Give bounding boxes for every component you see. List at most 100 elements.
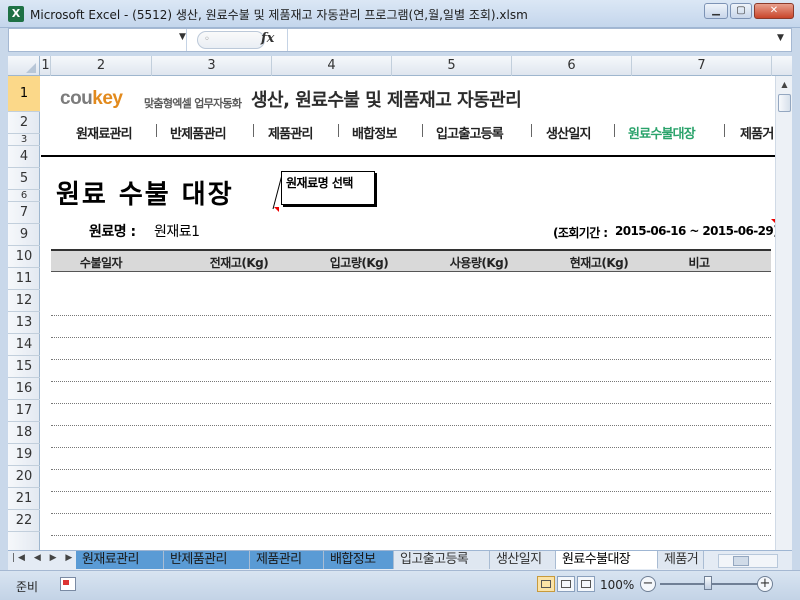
row-header-cell[interactable]: 3 bbox=[8, 134, 40, 146]
period-label: (조회기간 : bbox=[553, 226, 608, 240]
row-header-cell[interactable]: 12 bbox=[8, 290, 40, 312]
cell-comment[interactable]: 원재료명 선택 bbox=[281, 171, 375, 205]
sheet-tab[interactable]: 제품관리 bbox=[250, 551, 324, 569]
row-header-cell[interactable]: 20 bbox=[8, 466, 40, 488]
fx-icon[interactable]: fx bbox=[261, 31, 274, 46]
status-text: 준비 bbox=[16, 580, 39, 594]
sheet-tab[interactable]: 입고출고등록 bbox=[394, 551, 490, 569]
column-header-cell[interactable]: 2 bbox=[51, 56, 152, 76]
table-row[interactable] bbox=[51, 492, 771, 514]
table-row[interactable] bbox=[51, 294, 771, 316]
cell-grid[interactable]: coukey 맞춤형엑셀 업무자동화 생산, 원료수불 및 제품재고 자동관리 … bbox=[41, 76, 779, 550]
excel-icon[interactable]: X bbox=[8, 6, 24, 22]
sheet-tab[interactable]: 배합정보 bbox=[324, 551, 394, 569]
row-header-cell[interactable]: 17 bbox=[8, 400, 40, 422]
column-header-cell[interactable]: 5 bbox=[392, 56, 512, 76]
logo-part-key: key bbox=[92, 88, 123, 109]
material-label: 원료명 : bbox=[89, 224, 136, 240]
row-header-cell[interactable]: 22 bbox=[8, 510, 40, 532]
row-header-cell[interactable]: 9 bbox=[8, 224, 40, 246]
column-header-cell[interactable]: 6 bbox=[512, 56, 632, 76]
sheet-tab[interactable]: 생산일지 bbox=[490, 551, 556, 569]
page-break-icon bbox=[581, 580, 591, 588]
nav-item-raw-materials[interactable]: 원재료관리 bbox=[76, 123, 133, 142]
column-date: 수불일자 bbox=[79, 256, 123, 270]
nav-item-material-ledger[interactable]: 원료수불대장 bbox=[628, 123, 696, 142]
table-row[interactable] bbox=[51, 338, 771, 360]
expand-formula-icon[interactable]: ▼ bbox=[777, 33, 784, 43]
table-row[interactable] bbox=[51, 382, 771, 404]
row-header-cell[interactable]: 10 bbox=[8, 246, 40, 268]
scroll-up-icon[interactable]: ▲ bbox=[777, 77, 792, 92]
normal-view-button[interactable] bbox=[537, 576, 555, 592]
nav-item-semi-products[interactable]: 반제품관리 bbox=[170, 123, 227, 142]
sheet-tab[interactable]: 반제품관리 bbox=[164, 551, 250, 569]
page-break-button[interactable] bbox=[577, 576, 595, 592]
column-header-cell[interactable]: 3 bbox=[152, 56, 272, 76]
vertical-scrollbar[interactable]: ▲ bbox=[775, 76, 792, 550]
nav-separator bbox=[253, 124, 254, 137]
row-header-cell[interactable]: 15 bbox=[8, 356, 40, 378]
column-remarks: 비고 bbox=[688, 256, 710, 270]
select-all-corner[interactable] bbox=[8, 56, 40, 76]
horizontal-scrollbar[interactable] bbox=[718, 554, 778, 568]
chevron-down-icon[interactable]: ▼ bbox=[179, 32, 186, 42]
sheet-tab[interactable]: 제품거 bbox=[658, 551, 704, 569]
nav-item-formula[interactable]: 배합정보 bbox=[352, 123, 397, 142]
row-header-cell[interactable]: 7 bbox=[8, 202, 40, 224]
table-row[interactable] bbox=[51, 536, 771, 550]
sheet-tab-bar: |◀ ◀ ▶ ▶| 원재료관리 반제품관리 제품관리 배합정보 입고출고등록 생산일지 원료… bbox=[8, 550, 792, 570]
sheet-tab[interactable]: 원재료관리 bbox=[76, 551, 164, 569]
table-row[interactable] bbox=[51, 470, 771, 492]
table-row[interactable] bbox=[51, 448, 771, 470]
row-header-cell[interactable]: 2 bbox=[8, 112, 40, 134]
row-header-cell[interactable]: 5 bbox=[8, 168, 40, 190]
row-header-cell[interactable]: 6 bbox=[8, 190, 40, 202]
zoom-level[interactable]: 100% bbox=[600, 578, 634, 592]
tab-scroll-icons[interactable]: |◀ ◀ ▶ ▶| bbox=[12, 553, 81, 563]
nav-item-product-trade[interactable]: 제품거 bbox=[740, 123, 774, 142]
close-icon: ✕ bbox=[769, 5, 779, 16]
column-used: 사용량(Kg) bbox=[449, 256, 509, 270]
maximize-button[interactable]: ▢ bbox=[730, 3, 752, 19]
minimize-icon: ▁ bbox=[712, 5, 720, 16]
nav-item-production-log[interactable]: 생산일지 bbox=[546, 123, 591, 142]
row-header-cell[interactable]: 19 bbox=[8, 444, 40, 466]
material-select[interactable]: 원재료1 bbox=[154, 221, 200, 241]
formula-input[interactable] bbox=[287, 29, 777, 51]
column-header-cell[interactable]: 4 bbox=[272, 56, 392, 76]
logo-part-cou: cou bbox=[60, 88, 93, 109]
zoom-out-button[interactable]: − bbox=[640, 576, 656, 592]
scroll-thumb[interactable] bbox=[733, 556, 749, 566]
table-row[interactable] bbox=[51, 360, 771, 382]
row-header-cell[interactable]: 1 bbox=[8, 76, 40, 112]
row-header-cell[interactable]: 18 bbox=[8, 422, 40, 444]
zoom-in-button[interactable]: + bbox=[757, 576, 773, 592]
row-header-cell[interactable]: 4 bbox=[8, 146, 40, 168]
row-header-cell[interactable]: 13 bbox=[8, 312, 40, 334]
table-row[interactable] bbox=[51, 514, 771, 536]
nav-item-products[interactable]: 제품관리 bbox=[268, 123, 313, 142]
nav-separator bbox=[531, 124, 532, 137]
close-button[interactable]: ✕ bbox=[754, 3, 794, 19]
column-header-cell[interactable]: 1 bbox=[41, 56, 51, 76]
row-header-cell[interactable]: 21 bbox=[8, 488, 40, 510]
row-header-cell[interactable]: 11 bbox=[8, 268, 40, 290]
table-row[interactable] bbox=[51, 404, 771, 426]
column-prev-stock: 전재고(Kg) bbox=[209, 256, 269, 270]
table-row[interactable] bbox=[51, 316, 771, 338]
table-row[interactable] bbox=[51, 426, 771, 448]
page-layout-button[interactable] bbox=[557, 576, 575, 592]
row-header-cell[interactable]: 14 bbox=[8, 334, 40, 356]
zoom-thumb[interactable] bbox=[704, 576, 712, 590]
name-box[interactable] bbox=[9, 29, 187, 51]
sheet-tab[interactable]: 원료수불대장 bbox=[556, 551, 658, 569]
formula-controls[interactable]: ◦ bbox=[197, 31, 265, 49]
row-header-cell[interactable]: 16 bbox=[8, 378, 40, 400]
scroll-thumb[interactable] bbox=[778, 94, 791, 112]
minimize-button[interactable]: ▁ bbox=[704, 3, 728, 19]
macro-record-icon[interactable] bbox=[60, 577, 76, 591]
worksheet: 1 2 3 4 5 6 7 1 2 3 4 5 6 7 9 10 11 12 13 14 15 16 17 18… bbox=[8, 56, 792, 550]
column-header-cell[interactable]: 7 bbox=[632, 56, 772, 76]
nav-item-inout[interactable]: 입고출고등록 bbox=[436, 123, 504, 142]
